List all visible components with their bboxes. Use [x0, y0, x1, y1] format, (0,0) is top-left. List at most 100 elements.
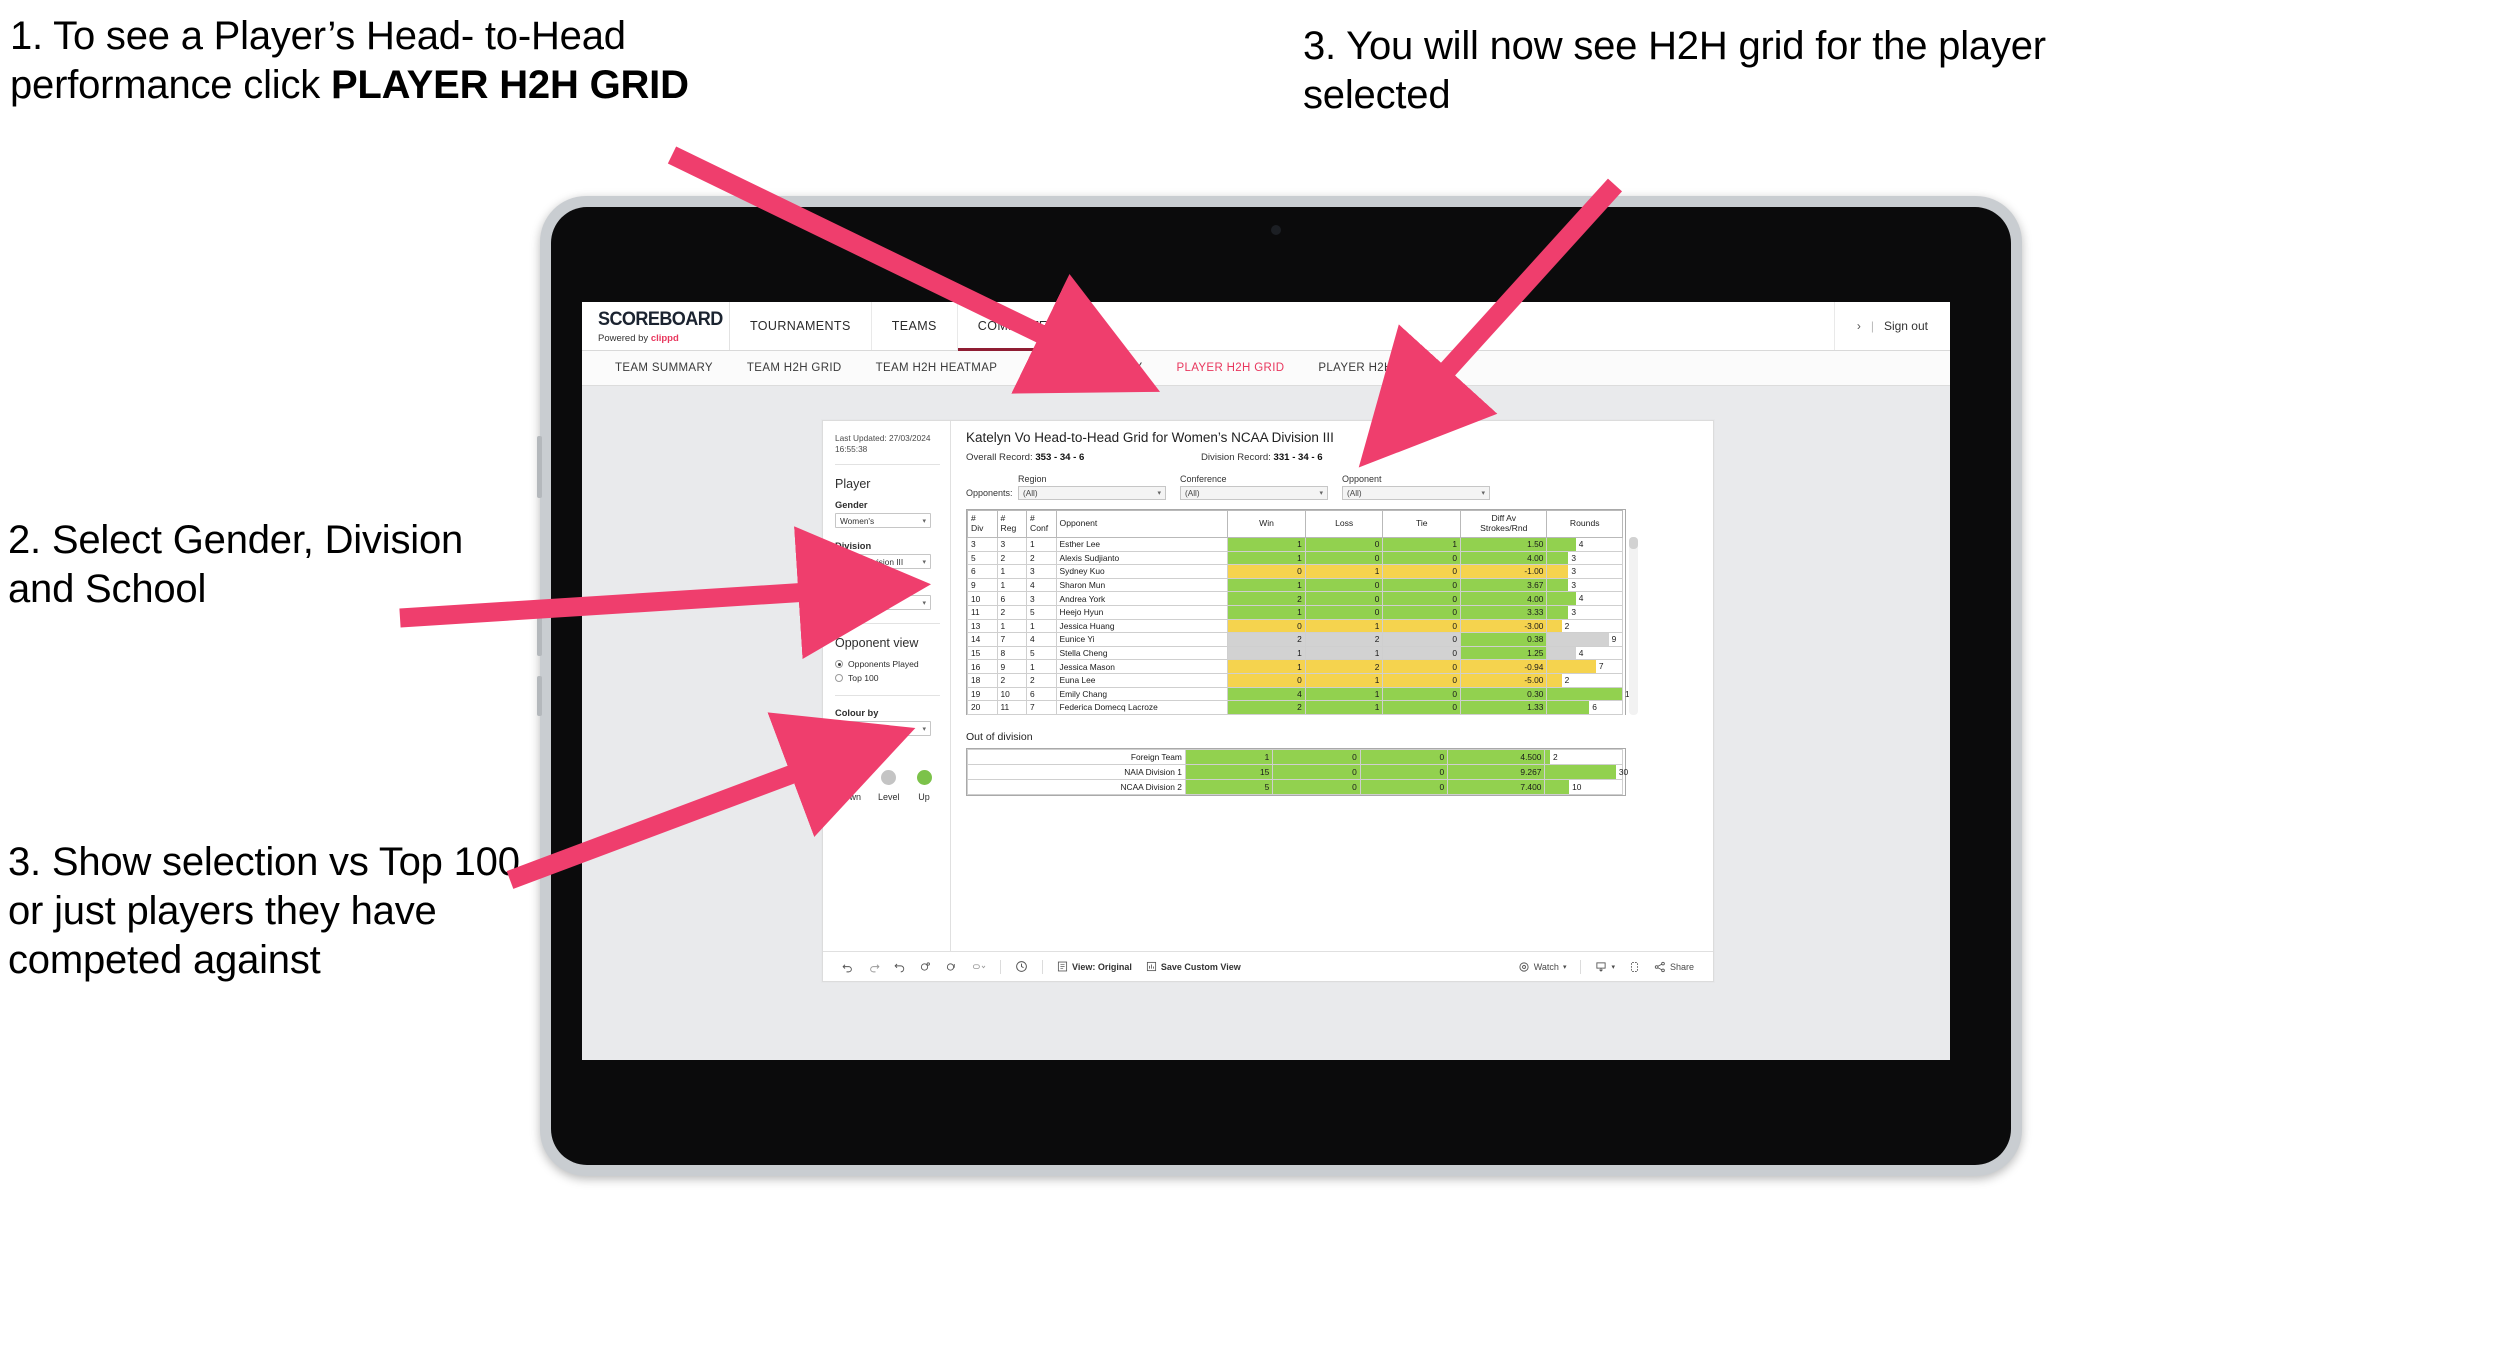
- cell-diff: 1.25: [1460, 645, 1548, 661]
- volume-down-button[interactable]: [537, 676, 542, 716]
- subnav-item-team-h2h-heatmap[interactable]: TEAM H2H HEATMAP: [859, 362, 1015, 374]
- conference-filter-label: Conference: [1180, 474, 1227, 484]
- region-filter-select[interactable]: (All) ▾: [1018, 486, 1166, 500]
- cell-win: 1: [1227, 659, 1306, 674]
- legend-label-down: Down: [838, 792, 862, 803]
- table-row[interactable]: NCAA Division 2 5 0 0 7.400 10: [967, 778, 1623, 795]
- cell-reg: 9: [996, 659, 1028, 674]
- subnav-item-team-h2h-grid[interactable]: TEAM H2H GRID: [730, 362, 859, 374]
- table-row[interactable]: 19106Emily Chang4100.3011: [967, 686, 1634, 702]
- cell-div: 14: [967, 632, 998, 647]
- subnav-item-team-summary[interactable]: TEAM SUMMARY: [598, 362, 730, 374]
- refresh-data-button[interactable]: [913, 961, 939, 973]
- topnav-item-committee[interactable]: COMMITTEE: [957, 302, 1078, 351]
- cell-rounds: 2: [1546, 672, 1623, 688]
- table-row[interactable]: 15 8 5 Stella Cheng 1 1 0 1.25 4: [967, 645, 1623, 661]
- topnav-item-teams[interactable]: TEAMS: [872, 302, 958, 350]
- table-row[interactable]: NAIA Division 1 15 0 0 9.267 30: [967, 763, 1628, 780]
- view-original-button[interactable]: View: Original: [1050, 961, 1139, 972]
- colour-by-select[interactable]: Win/loss ▾: [835, 721, 931, 737]
- cell-tie: 0: [1382, 550, 1462, 566]
- radio-top-100[interactable]: Top 100: [835, 673, 940, 683]
- sign-out-link[interactable]: Sign out: [1884, 319, 1928, 333]
- cell-reg: 3: [996, 537, 1028, 552]
- power-button[interactable]: [537, 436, 542, 498]
- table-row[interactable]: 11 2 5 Heejo Hyun 1 0 0 3.33 3: [967, 604, 1623, 620]
- cell-tie: 1: [1382, 537, 1462, 552]
- player-rank-label: Player (Rank): [835, 582, 895, 593]
- clock-button[interactable]: [1008, 960, 1035, 973]
- subnav-item-player-summary[interactable]: PLAYER SUMMARY: [1014, 362, 1159, 374]
- table-row[interactable]: 6 1 3 Sydney Kuo 0 1 0 -1.00 3: [967, 564, 1623, 579]
- topnav-spacer: [1077, 302, 1835, 350]
- table-vertical-scrollbar-thumb[interactable]: [1629, 537, 1638, 549]
- last-updated-label: Last Updated: 27/03/2024 16:55:38: [835, 433, 940, 466]
- h2h-table-body: 3 3 1 Esther Lee 1 0 1 1.50 4 5 2 2 Alexis Sudjianto…: [967, 537, 1634, 715]
- cell-opponent: Federica Domecq Lacroze: [1055, 700, 1229, 715]
- viz-title: Katelyn Vo Head-to-Head Grid for Women’s…: [966, 430, 1334, 445]
- out-of-division-table-wrapper: Foreign Team 1 0 0 4.500 2 NAIA Division 1 15 0 0…: [966, 747, 1628, 796]
- cell-opponent: Esther Lee: [1055, 537, 1229, 552]
- opponents-label: Opponents:: [966, 488, 1013, 498]
- revert-button[interactable]: [887, 961, 913, 973]
- cell-tie: 0: [1382, 645, 1462, 661]
- cell-rounds: 4: [1546, 645, 1623, 661]
- cell-rounds: 3: [1546, 550, 1623, 566]
- table-row[interactable]: 14 7 4 Eunice Yi 2 2 0 0.38 9: [967, 632, 1623, 647]
- chevron-right-icon[interactable]: ›: [1857, 319, 1861, 333]
- undo-button[interactable]: [835, 961, 861, 973]
- table-row[interactable]: 10 6 3 Andrea York 2 0 0 4.00 4: [967, 591, 1623, 606]
- brand-logo[interactable]: SCOREBOARD Powered by clippd: [582, 302, 730, 350]
- pause-auto-update-button[interactable]: [939, 961, 965, 973]
- player-section-heading: Player: [835, 477, 871, 492]
- region-filter-value: (All): [1023, 488, 1038, 498]
- subnav-item-player-h2h-heatmap[interactable]: PLAYER H2H HEATMAP: [1301, 362, 1470, 374]
- overall-record-label: Overall Record:: [966, 452, 1036, 463]
- conference-filter-select[interactable]: (All) ▾: [1180, 486, 1328, 500]
- chevron-down-icon: ▾: [922, 725, 926, 733]
- annotation-2: 2. Select Gender, Division and School: [8, 518, 464, 611]
- redo-button[interactable]: [861, 961, 887, 973]
- cell-rounds: 9: [1546, 632, 1623, 647]
- volume-up-button[interactable]: [537, 616, 542, 656]
- cell-win: 2: [1227, 591, 1306, 606]
- table-row[interactable]: 20 11 7 Federica Domecq Lacroze 2 1 0 1.33 6: [967, 700, 1623, 715]
- division-select[interactable]: NCAA Division III ▾: [835, 554, 931, 570]
- download-button[interactable]: ▾: [1588, 961, 1622, 973]
- cell-diff: 1.50: [1460, 537, 1548, 552]
- player-rank-select[interactable]: B. Katelyn Vo ▾: [835, 595, 931, 611]
- out-of-division-table: Foreign Team 1 0 0 4.500 2 NAIA Division 1 15 0 0…: [967, 748, 1628, 795]
- gender-select[interactable]: Women's ▾: [835, 513, 931, 529]
- cell-win: 1: [1227, 645, 1306, 661]
- table-row[interactable]: 9 1 4 Sharon Mun 1 0 0 3.67 3: [967, 577, 1623, 593]
- table-row[interactable]: 18 2 2 Euna Lee 0 1 0 -5.00 2: [967, 672, 1623, 688]
- cell-div: 19: [967, 686, 998, 702]
- share-button[interactable]: Share: [1647, 961, 1701, 973]
- cell-loss: 0: [1304, 577, 1384, 593]
- table-row[interactable]: 13 1 1 Jessica Huang 0 1 0 -3.00 2: [967, 618, 1623, 634]
- table-row[interactable]: 16 9 1 Jessica Mason 1 2 0 -0.94 7: [967, 659, 1623, 674]
- logo-tagline: Powered by clippd: [598, 333, 729, 344]
- chevron-down-icon: ▾: [1319, 490, 1323, 497]
- table-row[interactable]: 3 3 1 Esther Lee 1 0 1 1.50 4: [967, 537, 1623, 552]
- out-of-division-table-body: Foreign Team 1 0 0 4.500 2 NAIA Division 1 15 0 0…: [967, 748, 1628, 795]
- table-vertical-scrollbar-track[interactable]: [1629, 537, 1638, 715]
- watch-button[interactable]: Watch ▾: [1511, 961, 1574, 973]
- table-row[interactable]: 5 2 2 Alexis Sudjianto 1 0 0 4.00 3: [967, 550, 1623, 566]
- dashboard-workbook: Last Updated: 27/03/2024 16:55:38 Player…: [822, 420, 1714, 982]
- radio-opponents-played[interactable]: Opponents Played: [835, 659, 940, 669]
- cell-win: 4: [1227, 686, 1306, 702]
- subnav-item-player-h2h-grid[interactable]: PLAYER H2H GRID: [1159, 362, 1301, 374]
- toolbar-separator-3: [1580, 959, 1582, 974]
- cell-loss: 1: [1304, 686, 1384, 702]
- table-row[interactable]: Foreign Team 1 0 0 4.500 2: [967, 748, 1623, 765]
- opponent-filter-select[interactable]: (All) ▾: [1342, 486, 1490, 500]
- topnav-item-tournaments[interactable]: TOURNAMENTS: [730, 302, 872, 350]
- highlight-button[interactable]: [965, 961, 993, 973]
- division-record-value: 331 - 34 - 6: [1273, 452, 1323, 463]
- app-screen: SCOREBOARD Powered by clippd TOURNAMENTS…: [582, 302, 1950, 1060]
- fullscreen-button[interactable]: [1622, 961, 1647, 973]
- col-header-reg: # Reg: [996, 510, 1028, 538]
- opponent-filters: Opponents: Region (All) ▾ Conference (Al…: [966, 474, 1700, 500]
- save-custom-view-button[interactable]: Save Custom View: [1139, 961, 1248, 972]
